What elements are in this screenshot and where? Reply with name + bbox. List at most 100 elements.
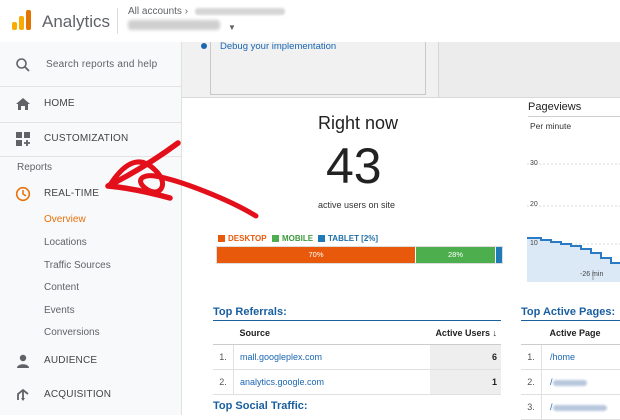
sort-descending-icon: ↓ [493, 328, 498, 338]
sidebar-divider [0, 156, 181, 157]
source-cell: mall.googleplex.com [234, 345, 431, 370]
top-referrals-rule [213, 320, 501, 321]
page-cell: / [542, 370, 620, 395]
top-active-pages-rule [521, 320, 620, 321]
active-users-cell: 1 [430, 370, 501, 395]
realtime-subitem-conversions[interactable]: Conversions [44, 327, 100, 338]
sidebar-item-label: REAL-TIME [44, 188, 99, 199]
legend-desktop: DESKTOP [218, 234, 267, 243]
legend-tablet: TABLET [2%] [318, 234, 378, 243]
index-header [521, 322, 542, 345]
active-users-count: 43 [326, 138, 382, 194]
device-share-bar: 70% 28% [216, 246, 503, 264]
mobile-segment: 28% [416, 247, 495, 263]
sidebar-item-label: AUDIENCE [44, 355, 97, 366]
tablet-segment [496, 247, 502, 263]
view-selector-redacted[interactable] [128, 20, 220, 30]
debug-implementation-link[interactable]: Debug your implementation [220, 41, 336, 52]
pageviews-chart [527, 132, 620, 282]
active-page-column-header[interactable]: Active Page [542, 322, 620, 345]
pageviews-area [527, 238, 620, 282]
pageviews-title: Pageviews [528, 101, 581, 113]
clock-icon [15, 186, 31, 202]
search-icon [15, 57, 31, 73]
search-input[interactable]: Search reports and help [46, 59, 157, 70]
sidebar-item-label: ACQUISITION [44, 389, 111, 400]
index-header [213, 322, 234, 345]
table-row[interactable]: 2. analytics.google.com 1 [213, 370, 501, 395]
source-cell: analytics.google.com [234, 370, 431, 395]
top-social-traffic-title: Top Social Traffic: [213, 400, 308, 412]
active-users-caption: active users on site [318, 200, 395, 210]
breadcrumb-chevron-icon: › [185, 6, 188, 17]
sidebar-item-acquisition[interactable]: ACQUISITION [0, 378, 181, 412]
source-link[interactable]: mall.googleplex.com [240, 352, 322, 362]
table-header-row: Source Active Users ↓ [213, 322, 501, 345]
person-icon [15, 353, 31, 369]
legend-swatch [272, 235, 279, 242]
header-divider [117, 8, 118, 34]
realtime-subitem-traffic-sources[interactable]: Traffic Sources [44, 260, 111, 271]
redacted-page-path [553, 380, 587, 386]
right-now-title: Right now [318, 113, 398, 134]
top-active-pages-table: Active Page 1. /home 2. / 3. / [521, 322, 620, 420]
sidebar-search[interactable]: Search reports and help [0, 48, 181, 82]
realtime-subitem-overview[interactable]: Overview [44, 214, 86, 225]
reports-section-label: Reports [17, 162, 52, 173]
desktop-segment: 70% [217, 247, 415, 263]
sidebar-item-home[interactable]: HOME [0, 87, 181, 121]
row-index: 2. [521, 370, 542, 395]
realtime-subitem-content[interactable]: Content [44, 282, 79, 293]
top-referrals-table: Source Active Users ↓ 1. mall.googleplex… [213, 322, 501, 395]
app-title: Analytics [42, 12, 110, 32]
active-users-column-header[interactable]: Active Users ↓ [430, 322, 501, 345]
legend-swatch [218, 235, 225, 242]
sidebar-item-audience[interactable]: AUDIENCE [0, 344, 181, 378]
sidebar-item-customization[interactable]: CUSTOMIZATION [0, 122, 181, 156]
pageviews-subtitle: Per minute [530, 121, 571, 131]
row-index: 1. [521, 345, 542, 370]
table-row[interactable]: 1. /home [521, 345, 620, 370]
acquisition-icon [15, 387, 31, 403]
column-header-label: Active Users [435, 328, 490, 338]
source-link[interactable]: analytics.google.com [240, 377, 324, 387]
page-cell: / [542, 395, 620, 420]
page-cell: /home [542, 345, 620, 370]
home-icon [15, 96, 31, 112]
top-active-pages-title: Top Active Pages: [521, 306, 615, 318]
legend-mobile: MOBILE [272, 234, 313, 243]
source-column-header[interactable]: Source [234, 322, 431, 345]
y-tick-30: 30 [530, 160, 538, 167]
header-band-right [438, 42, 620, 97]
row-index: 2. [213, 370, 234, 395]
view-dropdown-caret-icon[interactable]: ▼ [228, 23, 236, 32]
table-row[interactable]: 3. / [521, 395, 620, 420]
info-icon [201, 43, 207, 49]
page-link[interactable]: /home [550, 352, 575, 362]
legend-label: MOBILE [282, 234, 313, 243]
pageviews-rule [528, 116, 620, 117]
redacted-page-path [553, 405, 607, 411]
legend-swatch [318, 235, 325, 242]
row-index: 1. [213, 345, 234, 370]
top-bar: Analytics All accounts › ▼ [0, 0, 620, 43]
sidebar: Search reports and help HOME CUSTOMIZATI… [0, 42, 182, 415]
y-tick-10: 10 [530, 240, 538, 247]
account-name-redacted [195, 8, 285, 15]
analytics-logo-icon[interactable] [12, 10, 32, 30]
table-row[interactable]: 2. / [521, 370, 620, 395]
sidebar-item-label: CUSTOMIZATION [44, 133, 128, 144]
table-header-row: Active Page [521, 322, 620, 345]
table-row[interactable]: 1. mall.googleplex.com 6 [213, 345, 501, 370]
realtime-subitem-locations[interactable]: Locations [44, 237, 87, 248]
y-tick-20: 20 [530, 201, 538, 208]
x-axis-label: -26 min [580, 271, 603, 278]
legend-label: TABLET [2%] [328, 234, 378, 243]
sidebar-item-label: HOME [44, 98, 75, 109]
dashboard-icon [15, 131, 31, 147]
active-users-cell: 6 [430, 345, 501, 370]
legend-label: DESKTOP [228, 234, 267, 243]
realtime-subitem-events[interactable]: Events [44, 305, 75, 316]
account-breadcrumb[interactable]: All accounts › [128, 6, 285, 17]
sidebar-item-realtime[interactable]: REAL-TIME [0, 177, 181, 211]
